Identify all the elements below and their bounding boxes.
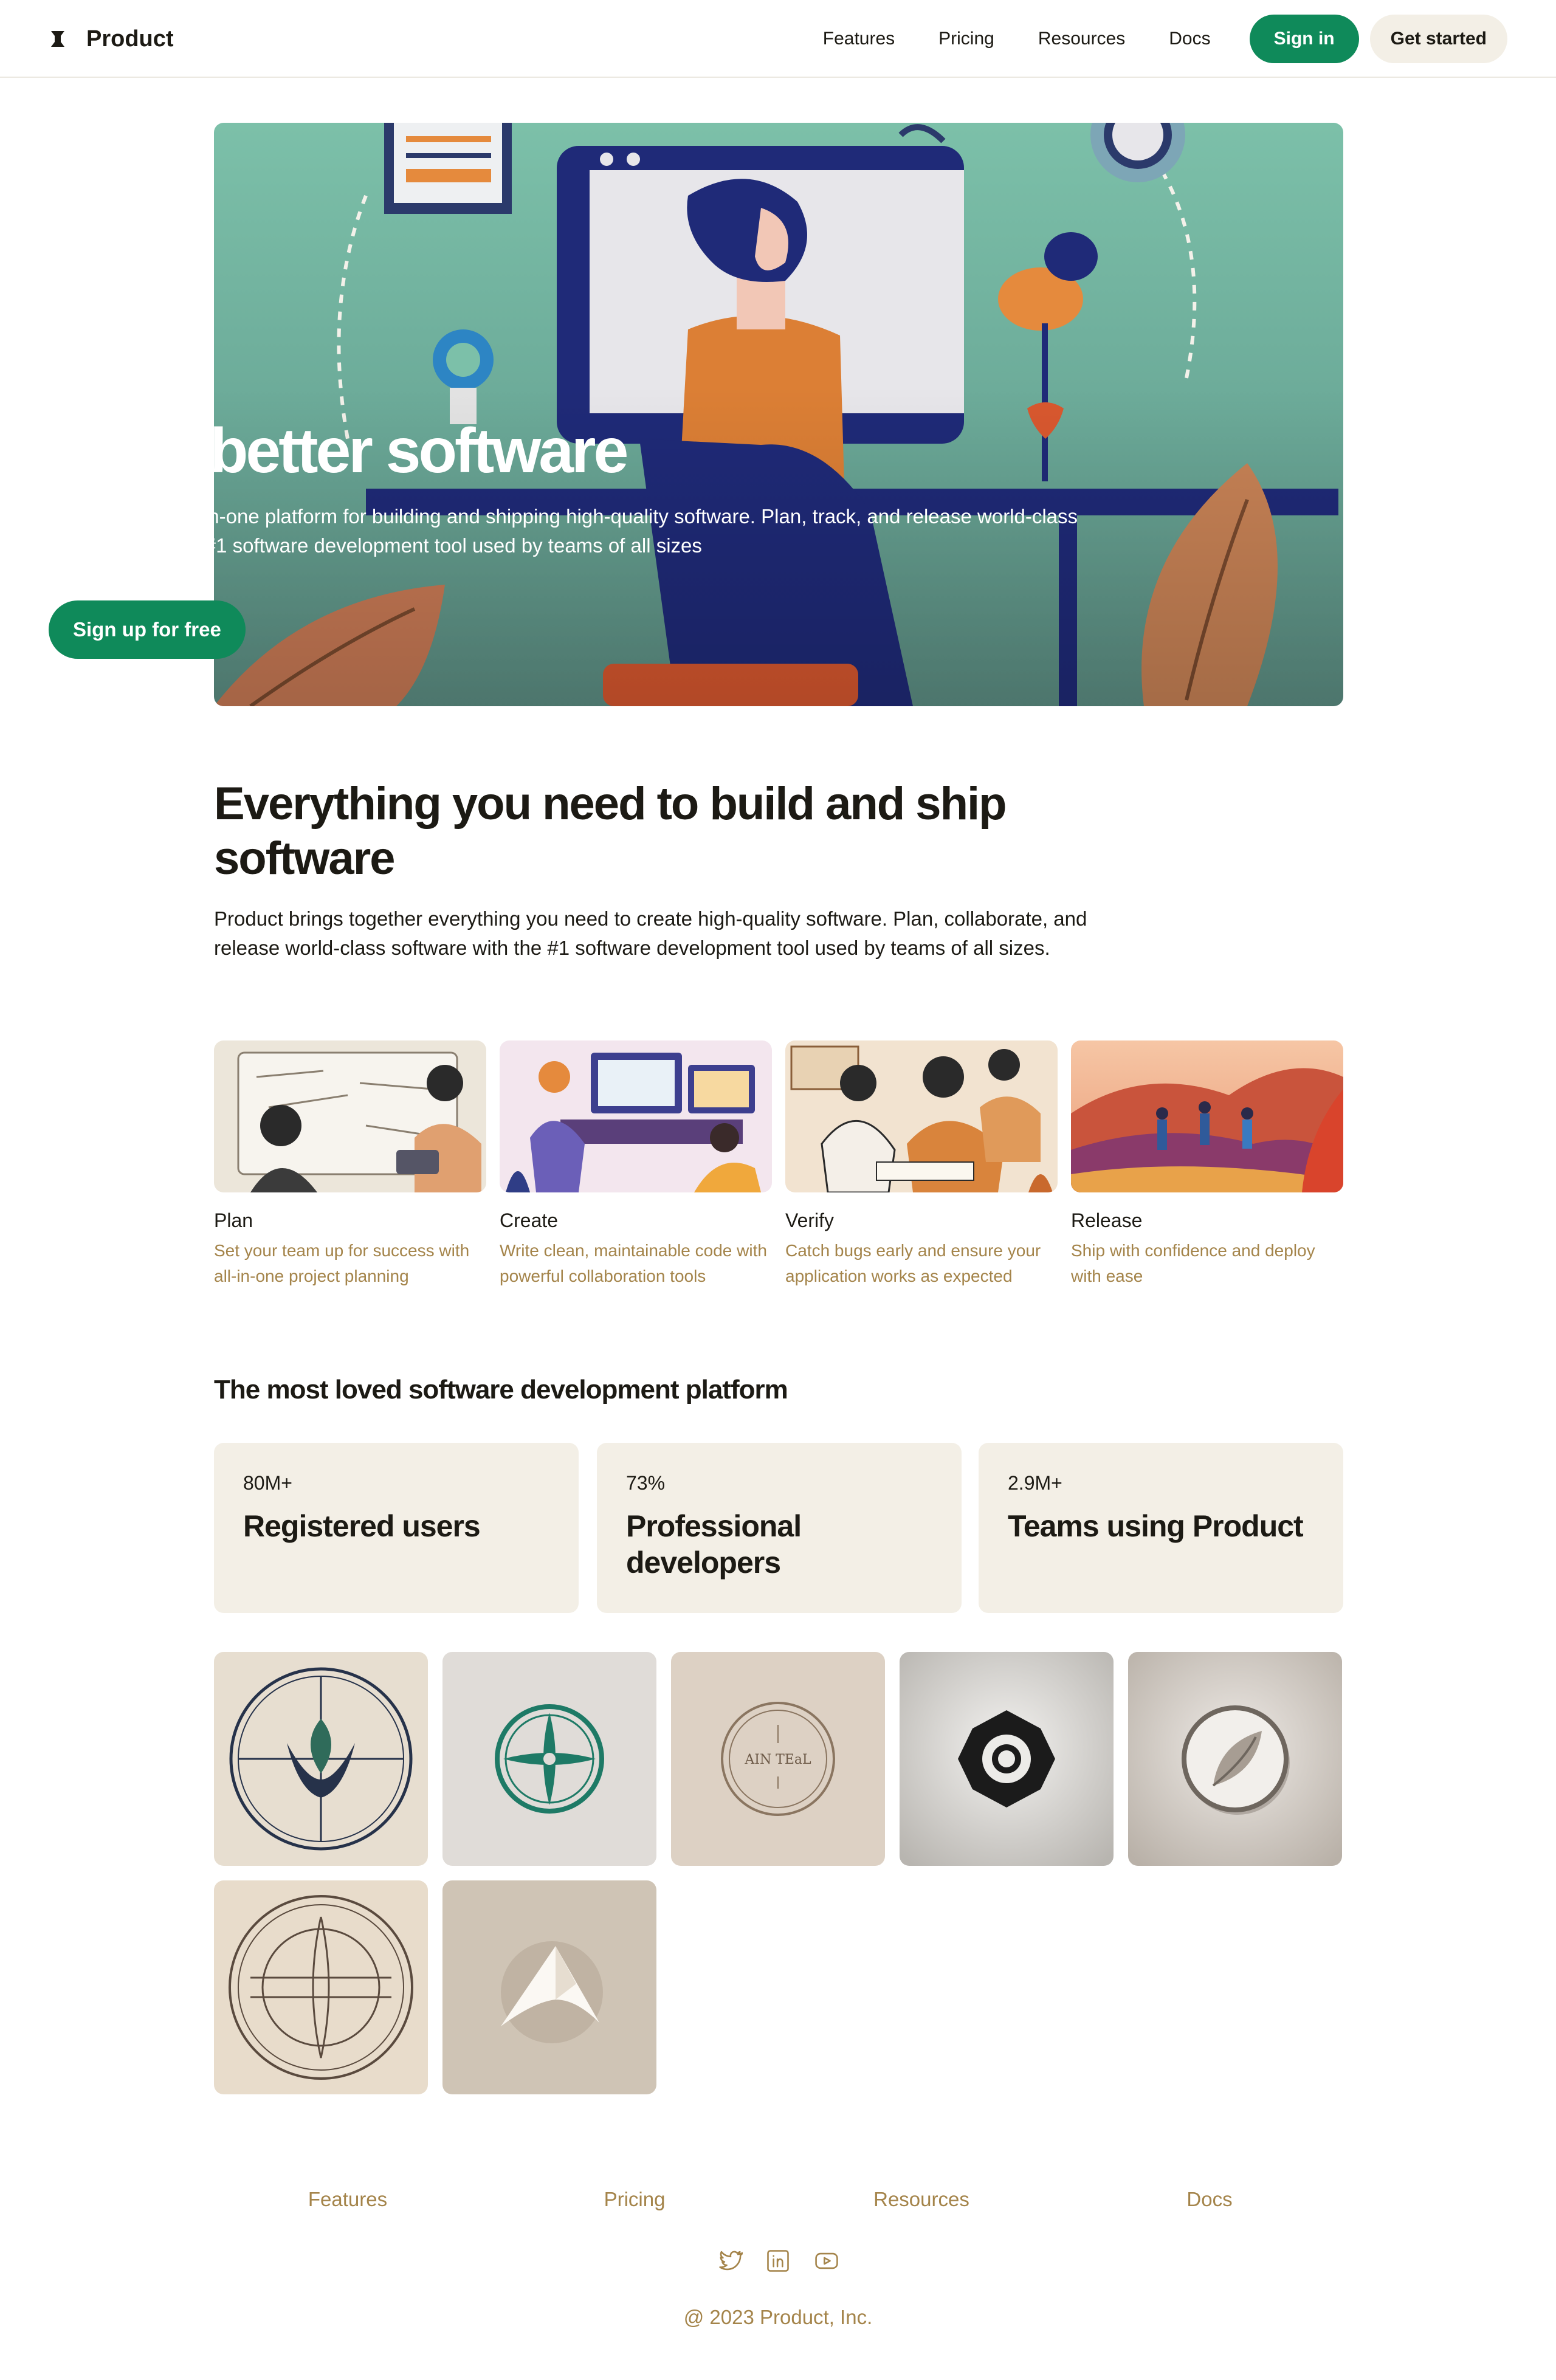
brand-name: Product [86, 26, 174, 52]
card-description: Catch bugs early and ensure your applica… [785, 1241, 1041, 1285]
hero-illustration [214, 123, 1343, 706]
stat-value: 2.9M+ [1008, 1472, 1062, 1494]
stat-card-users: 80M+ Registered users [214, 1443, 579, 1613]
release-illustration [1071, 1040, 1343, 1192]
footer-link-resources[interactable]: Resources [830, 2188, 1013, 2211]
footer-link-features[interactable]: Features [256, 2188, 439, 2211]
twitter-icon[interactable] [716, 2248, 743, 2274]
nav-pricing[interactable]: Pricing [938, 29, 994, 49]
card-description: Write clean, maintainable code with powe… [500, 1241, 767, 1285]
stat-value: 73% [626, 1472, 666, 1494]
feature-card-release[interactable]: Release Ship with confidence and deploy … [1071, 1040, 1343, 1289]
card-description: Ship with confidence and deploy with eas… [1071, 1241, 1315, 1285]
feature-card-create[interactable]: Create Write clean, maintainable code wi… [500, 1040, 772, 1289]
nav-resources[interactable]: Resources [1038, 29, 1125, 49]
footer-link-docs[interactable]: Docs [1118, 2188, 1301, 2211]
nav-features[interactable]: Features [823, 29, 895, 49]
brand-logo[interactable]: Product [49, 24, 174, 53]
stat-value: 80M+ [243, 1472, 292, 1494]
stat-label: Registered users [243, 1509, 481, 1543]
top-nav: Features Pricing Resources Docs Sign in … [823, 13, 1507, 64]
customer-logo-3: AIN TEaL [671, 1652, 885, 1866]
stat-card-teams: 2.9M+ Teams using Product [979, 1443, 1343, 1613]
stat-label: Professional developers [626, 1509, 802, 1580]
card-description: Set your team up for success with all-in… [214, 1241, 470, 1285]
customer-logo-6 [214, 1880, 428, 2094]
compass-emblem-icon [214, 1652, 428, 1866]
customer-logo-2 [442, 1652, 656, 1866]
leaf-medallion-icon [1128, 1652, 1342, 1866]
feature-card-verify[interactable]: Verify Catch bugs early and ensure your … [785, 1040, 1058, 1289]
site-header: Product Features Pricing Resources Docs … [0, 0, 1556, 78]
card-title: Plan [214, 1209, 253, 1231]
plan-illustration [214, 1040, 486, 1192]
hero-title: Build better software [49, 416, 628, 486]
customer-logo-4 [900, 1652, 1114, 1866]
green-compass-icon [442, 1652, 656, 1866]
create-illustration [500, 1040, 772, 1192]
card-title: Verify [785, 1209, 835, 1231]
features-description: Product brings together everything you n… [214, 907, 1087, 959]
seal-logo-text: AIN TEaL [744, 1752, 811, 1767]
hero-banner [214, 123, 1343, 706]
card-title: Create [500, 1209, 559, 1231]
ornate-circle-icon [214, 1880, 428, 2094]
stat-label: Teams using Product [1008, 1509, 1304, 1543]
brand-mark-icon [51, 31, 64, 47]
feature-card-plan[interactable]: Plan Set your team up for success with a… [214, 1040, 486, 1289]
nav-docs[interactable]: Docs [1169, 29, 1210, 49]
customer-logo-5 [1128, 1652, 1342, 1866]
features-title: Everything you need to build and ship so… [214, 778, 1007, 884]
stat-card-developers: 73% Professional developers [597, 1443, 962, 1613]
customer-logo-1 [214, 1652, 428, 1866]
youtube-icon[interactable] [813, 2248, 840, 2274]
sign-up-button[interactable]: Sign up for free [49, 600, 246, 659]
copyright: @ 2023 Product, Inc. [683, 2306, 873, 2328]
feature-cards: Plan Set your team up for success with a… [214, 1040, 1343, 1296]
linkedin-icon[interactable] [765, 2248, 791, 2274]
customer-logo-7 [442, 1880, 656, 2094]
verify-illustration [785, 1040, 1058, 1192]
stats-title: The most loved software development plat… [214, 1375, 788, 1405]
mountain-peak-icon [442, 1880, 656, 2094]
dark-badge-icon [900, 1652, 1114, 1866]
hero-subtitle: Product is the all-in-one platform for b… [49, 505, 1078, 557]
get-started-button[interactable]: Get started [1369, 15, 1507, 63]
footer-link-pricing[interactable]: Pricing [543, 2188, 726, 2211]
sign-in-button[interactable]: Sign in [1249, 15, 1359, 63]
seal-logo-icon: AIN TEaL [671, 1652, 885, 1866]
card-title: Release [1071, 1209, 1143, 1231]
